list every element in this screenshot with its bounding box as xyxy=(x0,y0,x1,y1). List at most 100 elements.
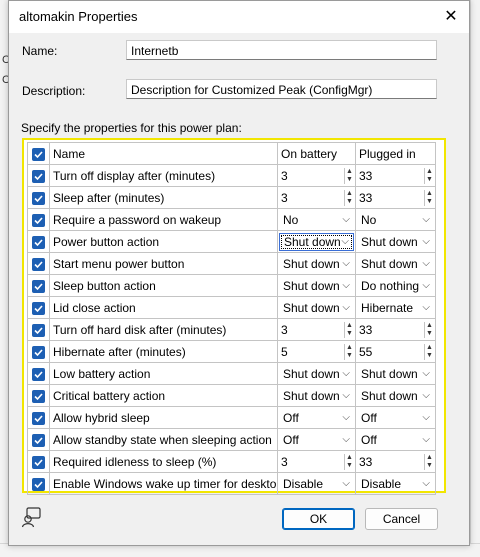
spin-arrows-icon[interactable]: ▲ ▼ xyxy=(424,453,434,470)
battery-dropdown[interactable]: Shut down ⌵ xyxy=(279,365,354,383)
table-row[interactable]: Allow standby state when sleeping action… xyxy=(27,428,436,451)
chevron-down-icon[interactable]: ⌵ xyxy=(342,302,350,313)
column-header-name[interactable]: Name xyxy=(49,142,278,165)
plugged-spinner[interactable]: 33 ▲ ▼ xyxy=(357,189,434,207)
plugged-dropdown[interactable]: Shut down ⌵ xyxy=(357,233,434,251)
chevron-down-icon[interactable]: ⌵ xyxy=(422,236,430,247)
table-row[interactable]: Lid close action Shut down ⌵ Hibernate ⌵ xyxy=(27,296,436,319)
plugged-dropdown[interactable]: Off ⌵ xyxy=(357,431,434,449)
row-checkbox[interactable] xyxy=(32,301,45,315)
spin-arrows-icon[interactable]: ▲ ▼ xyxy=(424,321,434,338)
plugged-dropdown[interactable]: Disable ⌵ xyxy=(357,475,434,493)
table-row[interactable]: Hibernate after (minutes) 5 ▲ ▼ 55 ▲ ▼ xyxy=(27,340,436,363)
table-row[interactable]: Start menu power button Shut down ⌵ Shut do… xyxy=(27,252,436,275)
row-checkbox[interactable] xyxy=(32,169,45,183)
battery-spinner[interactable]: 5 ▲ ▼ xyxy=(279,343,354,361)
chevron-down-icon[interactable]: ⌵ xyxy=(422,390,430,401)
table-row[interactable]: Require a password on wakeup No ⌵ No ⌵ xyxy=(27,208,436,231)
chevron-down-icon[interactable]: ⌵ xyxy=(342,214,350,225)
plugged-dropdown[interactable]: Off ⌵ xyxy=(357,409,434,427)
description-field[interactable]: Description for Customized Peak (ConfigM… xyxy=(126,79,437,99)
chevron-down-icon[interactable]: ⌵ xyxy=(422,478,430,489)
row-checkbox[interactable] xyxy=(32,191,45,205)
battery-spinner[interactable]: 3 ▲ ▼ xyxy=(279,453,354,471)
spin-arrows-icon[interactable]: ▲ ▼ xyxy=(424,343,434,360)
battery-dropdown[interactable]: Off ⌵ xyxy=(279,409,354,427)
table-row[interactable]: Sleep button action Shut down ⌵ Do nothing ⌵ xyxy=(27,274,436,297)
plugged-dropdown[interactable]: No ⌵ xyxy=(357,211,434,229)
spin-arrows-icon[interactable]: ▲ ▼ xyxy=(344,321,354,338)
chevron-down-icon[interactable]: ⌵ xyxy=(342,280,350,291)
table-row[interactable]: Power button action Shut down ⌵ Shut down ⌵ xyxy=(27,230,436,253)
table-row[interactable]: Turn off display after (minutes) 3 ▲ ▼ 33 ▲ ▼ xyxy=(27,164,436,187)
table-row[interactable]: Critical battery action Shut down ⌵ Shut do… xyxy=(27,384,436,407)
row-checkbox[interactable] xyxy=(32,389,45,403)
plugged-dropdown[interactable]: Hibernate ⌵ xyxy=(357,299,434,317)
chevron-down-icon[interactable]: ⌵ xyxy=(342,390,350,401)
ok-button[interactable]: OK xyxy=(282,508,355,530)
chevron-down-icon[interactable]: ⌵ xyxy=(342,434,350,445)
battery-dropdown[interactable]: No ⌵ xyxy=(279,211,354,229)
spin-arrows-icon[interactable]: ▲ ▼ xyxy=(344,189,354,206)
spin-arrows-icon[interactable]: ▲ ▼ xyxy=(424,167,434,184)
chevron-down-icon[interactable]: ⌵ xyxy=(422,214,430,225)
battery-dropdown[interactable]: Shut down ⌵ xyxy=(279,255,354,273)
chevron-down-icon[interactable]: ⌵ xyxy=(342,258,350,269)
table-row[interactable]: Low battery action Shut down ⌵ Shut down ⌵ xyxy=(27,362,436,385)
spin-arrows-icon[interactable]: ▲ ▼ xyxy=(344,453,354,470)
plugged-spinner[interactable]: 33 ▲ ▼ xyxy=(357,167,434,185)
chevron-down-icon[interactable]: ⌵ xyxy=(341,236,349,247)
name-field[interactable]: Internetb xyxy=(126,40,437,60)
table-row[interactable]: Enable Windows wake up timer for desktop… xyxy=(27,472,436,495)
row-checkbox[interactable] xyxy=(32,411,45,425)
row-checkbox[interactable] xyxy=(32,323,45,337)
table-row[interactable]: Allow hybrid sleep Off ⌵ Off ⌵ xyxy=(27,406,436,429)
battery-spinner[interactable]: 3 ▲ ▼ xyxy=(279,321,354,339)
plugged-dropdown[interactable]: Shut down ⌵ xyxy=(357,255,434,273)
table-row[interactable]: Turn off hard disk after (minutes) 3 ▲ ▼ 33 ▲… xyxy=(27,318,436,341)
row-checkbox[interactable] xyxy=(32,213,45,227)
spin-arrows-icon[interactable]: ▲ ▼ xyxy=(344,167,354,184)
spin-arrows-icon[interactable]: ▲ ▼ xyxy=(424,189,434,206)
battery-dropdown[interactable]: Shut down ⌵ xyxy=(279,232,354,251)
row-checkbox[interactable] xyxy=(32,433,45,447)
row-checkbox[interactable] xyxy=(32,477,45,491)
table-row[interactable]: Required idleness to sleep (%) 3 ▲ ▼ 33 ▲ ▼ xyxy=(27,450,436,473)
plugged-dropdown[interactable]: Shut down ⌵ xyxy=(357,387,434,405)
battery-dropdown[interactable]: Shut down ⌵ xyxy=(279,299,354,317)
chevron-down-icon[interactable]: ⌵ xyxy=(422,258,430,269)
plugged-spinner[interactable]: 33 ▲ ▼ xyxy=(357,321,434,339)
chevron-down-icon[interactable]: ⌵ xyxy=(422,302,430,313)
help-icon[interactable] xyxy=(21,506,43,528)
battery-dropdown[interactable]: Shut down ⌵ xyxy=(279,277,354,295)
plugged-spinner[interactable]: 33 ▲ ▼ xyxy=(357,453,434,471)
chevron-down-icon[interactable]: ⌵ xyxy=(422,280,430,291)
chevron-down-icon[interactable]: ⌵ xyxy=(342,412,350,423)
battery-spinner[interactable]: 3 ▲ ▼ xyxy=(279,189,354,207)
table-row[interactable]: Sleep after (minutes) 3 ▲ ▼ 33 ▲ ▼ xyxy=(27,186,436,209)
spin-arrows-icon[interactable]: ▲ ▼ xyxy=(344,343,354,360)
plugged-dropdown[interactable]: Do nothing ⌵ xyxy=(357,277,434,295)
select-all-checkbox[interactable] xyxy=(32,147,45,161)
battery-dropdown[interactable]: Shut down ⌵ xyxy=(279,387,354,405)
row-checkbox[interactable] xyxy=(32,279,45,293)
battery-spinner[interactable]: 3 ▲ ▼ xyxy=(279,167,354,185)
plugged-dropdown[interactable]: Shut down ⌵ xyxy=(357,365,434,383)
column-header-battery[interactable]: On battery xyxy=(277,142,356,165)
chevron-down-icon[interactable]: ⌵ xyxy=(422,368,430,379)
cancel-button[interactable]: Cancel xyxy=(365,508,438,530)
column-header-plugged[interactable]: Plugged in xyxy=(355,142,436,165)
battery-dropdown[interactable]: Off ⌵ xyxy=(279,431,354,449)
chevron-down-icon[interactable]: ⌵ xyxy=(342,368,350,379)
row-checkbox[interactable] xyxy=(32,257,45,271)
row-checkbox[interactable] xyxy=(32,367,45,381)
chevron-down-icon[interactable]: ⌵ xyxy=(342,478,350,489)
row-checkbox[interactable] xyxy=(32,455,45,469)
close-icon[interactable]: ✕ xyxy=(437,3,465,31)
chevron-down-icon[interactable]: ⌵ xyxy=(422,412,430,423)
chevron-down-icon[interactable]: ⌵ xyxy=(422,434,430,445)
row-checkbox[interactable] xyxy=(32,235,45,249)
row-checkbox[interactable] xyxy=(32,345,45,359)
plugged-spinner[interactable]: 55 ▲ ▼ xyxy=(357,343,434,361)
battery-dropdown[interactable]: Disable ⌵ xyxy=(279,475,354,493)
